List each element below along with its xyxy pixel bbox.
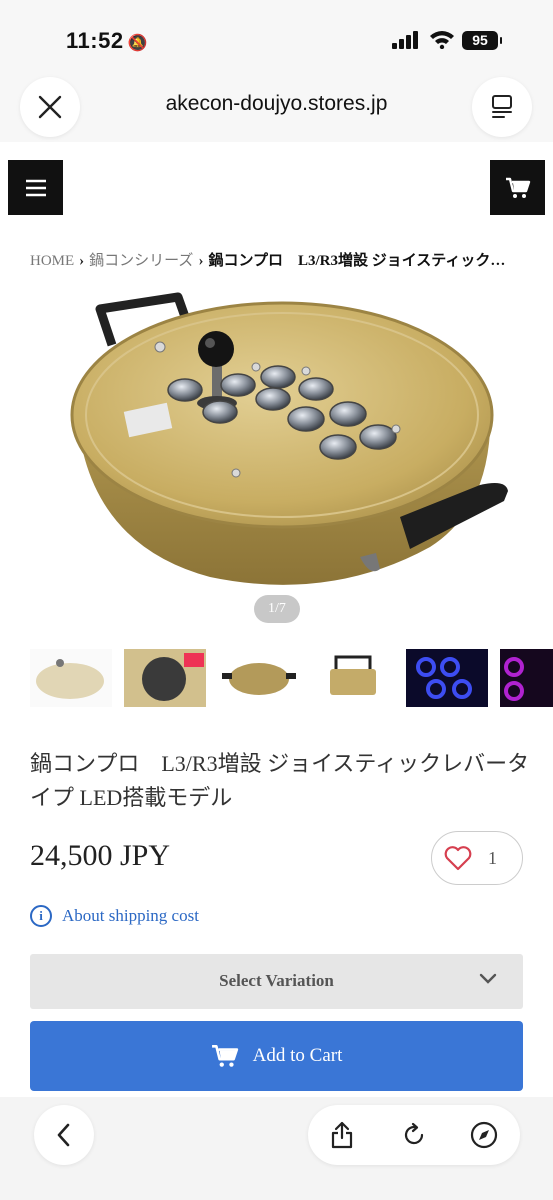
site-header <box>0 142 553 237</box>
reload-button[interactable] <box>396 1117 432 1153</box>
share-button[interactable] <box>324 1117 360 1153</box>
bell-slash-icon: 🔕 <box>127 35 148 52</box>
image-pager: 1/7 <box>254 595 300 623</box>
info-icon: i <box>30 905 52 927</box>
compass-icon <box>470 1121 498 1149</box>
breadcrumb: HOME › 鍋コンシリーズ › 鍋コンプロ L3/R3増設 ジョイスティック… <box>30 249 530 270</box>
clock: 11:52 <box>66 28 124 53</box>
chevron-right-icon: › <box>198 253 204 269</box>
product-main-image[interactable] <box>60 287 520 627</box>
menu-button[interactable] <box>8 160 63 215</box>
chevron-down-icon <box>479 973 497 984</box>
back-icon <box>57 1123 70 1147</box>
browser-top-bar: akecon-doujyo.stores.jp <box>0 70 553 142</box>
breadcrumb-category[interactable]: 鍋コンシリーズ <box>89 253 193 269</box>
status-bar: 11:52 🔕 95 <box>0 0 553 70</box>
reader-button[interactable] <box>472 77 532 137</box>
thumbnail-4[interactable] <box>312 649 394 707</box>
share-icon <box>331 1121 353 1149</box>
browser-tools <box>308 1105 520 1165</box>
back-button[interactable] <box>34 1105 94 1165</box>
thumbnail-1[interactable] <box>30 649 112 707</box>
compass-button[interactable] <box>466 1117 502 1153</box>
menu-icon <box>25 179 46 196</box>
thumbnail-2[interactable] <box>124 649 206 707</box>
thumbnail-3[interactable] <box>218 649 300 707</box>
product-price: 24,500 JPY <box>30 839 171 872</box>
cart-icon <box>211 1045 238 1067</box>
signal-icon <box>392 31 420 49</box>
page-content: HOME›鍋コンシリーズ›鍋コンプロ L3/R3増設 ジョイスティック… <box>0 237 553 1097</box>
shipping-link[interactable]: i About shipping cost <box>30 905 199 927</box>
reader-icon <box>492 95 512 118</box>
shipping-link-label[interactable]: About shipping cost <box>62 906 199 926</box>
heart-icon <box>444 845 472 870</box>
thumbnail-5[interactable] <box>406 649 488 707</box>
like-count: 1 <box>488 847 497 868</box>
add-to-cart-button[interactable]: Add to Cart <box>30 1021 523 1091</box>
url-label[interactable]: akecon-doujyo.stores.jp <box>0 92 553 116</box>
variation-select-label: Select Variation <box>219 971 334 990</box>
thumbnail-strip <box>30 649 553 709</box>
add-to-cart-label: Add to Cart <box>252 1045 343 1066</box>
cart-button[interactable] <box>490 160 545 215</box>
cart-icon <box>505 177 530 198</box>
browser-bottom-bar <box>0 1097 553 1200</box>
product-title: 鍋コンプロ L3/R3増設 ジョイスティックレバータイプ LED搭載モデル <box>30 751 530 810</box>
reload-icon <box>404 1122 424 1145</box>
like-button[interactable]: 1 <box>431 831 523 885</box>
variation-select[interactable]: Select Variation <box>30 954 523 1009</box>
wifi-icon <box>430 31 454 49</box>
breadcrumb-home[interactable]: HOME <box>30 253 74 269</box>
battery-icon: 95 <box>462 31 502 50</box>
breadcrumb-current: 鍋コンプロ L3/R3増設 ジョイスティック… <box>208 253 506 269</box>
status-time: 11:52 🔕 <box>66 28 148 54</box>
chevron-right-icon: › <box>79 253 85 269</box>
thumbnail-6[interactable] <box>500 649 553 707</box>
